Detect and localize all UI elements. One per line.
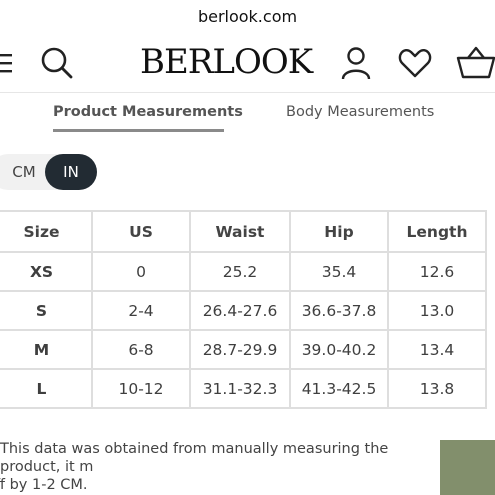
url-text: berlook.com bbox=[197, 6, 298, 26]
table-cell: 31.1-32.3 bbox=[189, 368, 291, 409]
search-icon[interactable] bbox=[40, 46, 74, 80]
unit-in-button[interactable]: IN bbox=[45, 154, 97, 190]
unit-label: IN bbox=[63, 163, 79, 181]
size-cell: L bbox=[0, 368, 93, 409]
column-header: Size bbox=[0, 210, 93, 253]
table-cell: 13.4 bbox=[387, 329, 487, 370]
product-thumbnail[interactable] bbox=[440, 440, 495, 495]
table-cell: 0 bbox=[91, 251, 191, 292]
table-cell: 10-12 bbox=[91, 368, 191, 409]
note-line: This data was obtained from manually mea… bbox=[0, 441, 389, 475]
unit-cm-button[interactable]: CM bbox=[4, 154, 44, 190]
size-cell: S bbox=[0, 290, 93, 331]
active-tab-indicator bbox=[53, 129, 224, 132]
column-header: Waist bbox=[189, 210, 291, 253]
menu-icon[interactable] bbox=[0, 52, 12, 74]
table-cell: 2-4 bbox=[91, 290, 191, 331]
note-line: ff by 1-2 CM. bbox=[0, 477, 88, 493]
table-cell: 36.6-37.8 bbox=[289, 290, 389, 331]
site-header: BERLOOK bbox=[0, 34, 495, 93]
column-header: US bbox=[91, 210, 191, 253]
unit-label: CM bbox=[12, 163, 36, 181]
size-cell: XS bbox=[0, 251, 93, 292]
tab-product-measurements[interactable]: Product Measurements bbox=[53, 94, 243, 130]
size-chart-table: Size US Waist Hip Length XS 0 25.2 35.4 … bbox=[0, 210, 487, 409]
table-cell: 39.0-40.2 bbox=[289, 329, 389, 370]
tab-label: Body Measurements bbox=[286, 104, 435, 120]
table-cell: 25.2 bbox=[189, 251, 291, 292]
table-cell: 28.7-29.9 bbox=[189, 329, 291, 370]
url-bar[interactable]: berlook.com bbox=[0, 0, 495, 32]
column-header: Length bbox=[387, 210, 487, 253]
cart-icon[interactable] bbox=[456, 46, 495, 80]
table-row: M 6-8 28.7-29.9 39.0-40.2 13.4 bbox=[0, 329, 487, 370]
table-cell: 35.4 bbox=[289, 251, 389, 292]
column-header: Hip bbox=[289, 210, 389, 253]
table-row: L 10-12 31.1-32.3 41.3-42.5 13.8 bbox=[0, 368, 487, 409]
size-cell: M bbox=[0, 329, 93, 370]
tab-label: Product Measurements bbox=[53, 104, 243, 120]
brand-logo[interactable]: BERLOOK bbox=[140, 40, 313, 84]
table-cell: 13.8 bbox=[387, 368, 487, 409]
measurement-note: This data was obtained from manually mea… bbox=[0, 440, 440, 494]
table-cell: 13.0 bbox=[387, 290, 487, 331]
table-cell: 41.3-42.5 bbox=[289, 368, 389, 409]
table-row: XS 0 25.2 35.4 12.6 bbox=[0, 251, 487, 292]
heart-icon[interactable] bbox=[398, 46, 432, 80]
account-icon[interactable] bbox=[340, 46, 372, 80]
table-cell: 6-8 bbox=[91, 329, 191, 370]
table-cell: 12.6 bbox=[387, 251, 487, 292]
tab-body-measurements[interactable]: Body Measurements bbox=[286, 94, 434, 130]
table-header-row: Size US Waist Hip Length bbox=[0, 210, 487, 253]
table-row: S 2-4 26.4-27.6 36.6-37.8 13.0 bbox=[0, 290, 487, 331]
table-cell: 26.4-27.6 bbox=[189, 290, 291, 331]
